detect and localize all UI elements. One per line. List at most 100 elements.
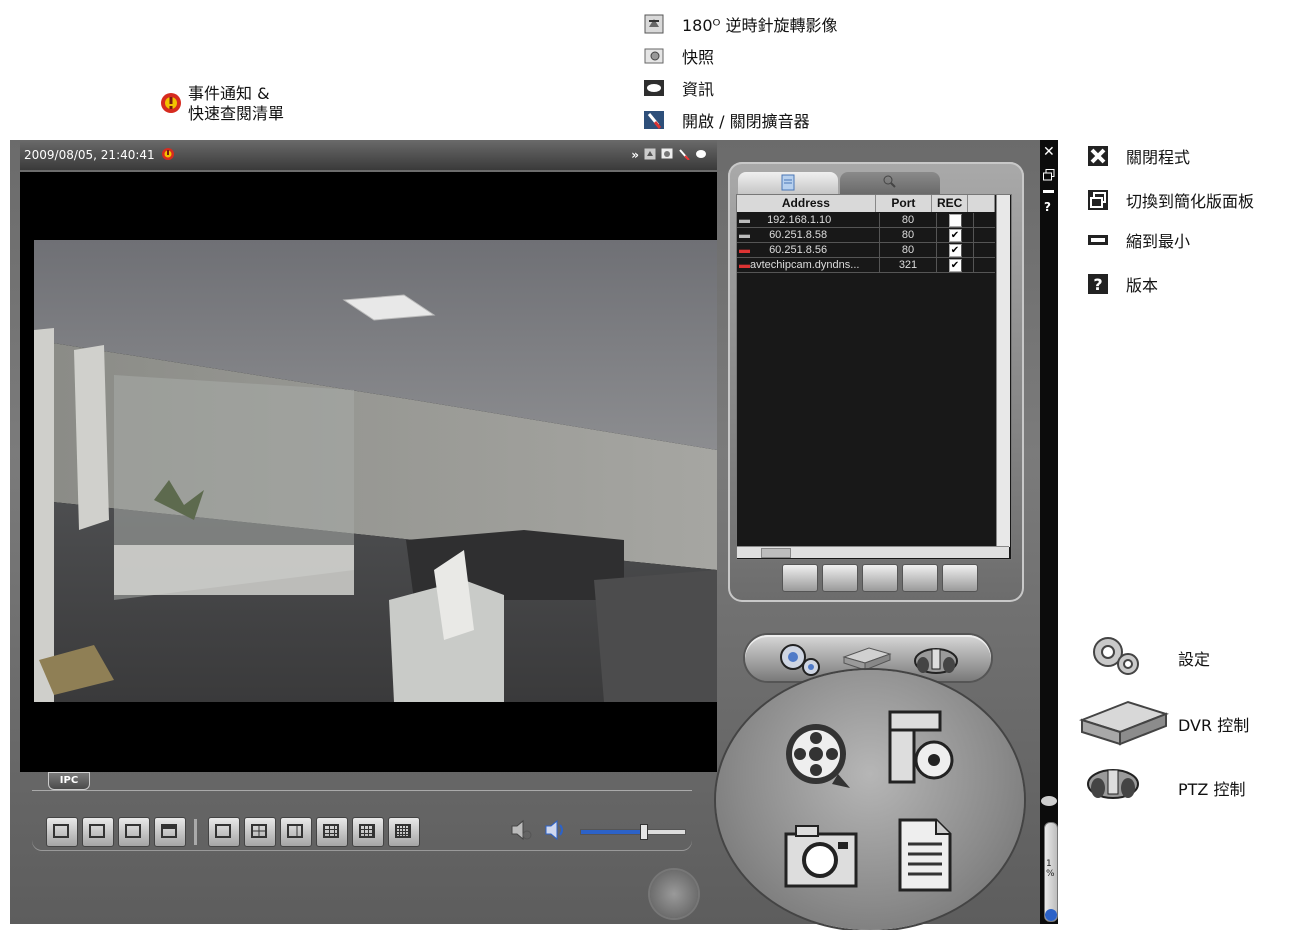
row-address: 60.251.8.58 bbox=[769, 229, 828, 241]
close-icon bbox=[1086, 145, 1110, 167]
app-window: 2009/08/05, 21:40:41 » IPC Address Port … bbox=[10, 140, 1058, 930]
col-port[interactable]: Port bbox=[876, 195, 932, 212]
cascade-button[interactable] bbox=[118, 817, 150, 847]
legend-settings-icon bbox=[1086, 632, 1146, 682]
window-control-strip: ✕ ? 1 % bbox=[1040, 140, 1058, 924]
settings-mode-button[interactable] bbox=[775, 641, 825, 681]
ptz-mode-button[interactable] bbox=[911, 641, 961, 681]
speaker-button[interactable] bbox=[678, 148, 690, 163]
legend-close: 關閉程式 bbox=[1086, 144, 1190, 168]
rec-checkbox[interactable]: ✔ bbox=[948, 229, 962, 242]
rec-checkbox[interactable]: ✔ bbox=[948, 259, 962, 272]
network-button[interactable] bbox=[886, 708, 966, 794]
table-row[interactable]: ▬ 60.251.8.58 80 ✔ bbox=[737, 228, 995, 243]
legend-switch-label: 切換到簡化版面板 bbox=[1126, 192, 1255, 211]
ipc-tab[interactable]: IPC bbox=[48, 772, 90, 790]
horizontal-scrollbar[interactable] bbox=[737, 546, 1009, 558]
legend-switch: 切換到簡化版面板 bbox=[1086, 188, 1254, 212]
zoom-slider-fill bbox=[1045, 909, 1057, 921]
volume-slider-thumb[interactable] bbox=[640, 824, 649, 840]
edit-device-button[interactable] bbox=[822, 564, 858, 592]
volume-slider-fill bbox=[581, 830, 644, 834]
legend-ptz-label: PTZ 控制 bbox=[1178, 780, 1246, 799]
volume-slider-track[interactable] bbox=[580, 824, 686, 840]
camera-scene-image bbox=[34, 240, 717, 702]
layout-4-button[interactable] bbox=[244, 817, 276, 847]
quick-function-dial bbox=[716, 670, 1024, 930]
minimize-icon bbox=[1086, 229, 1110, 251]
mute-icon[interactable] bbox=[508, 817, 534, 847]
close-button[interactable]: ✕ bbox=[1043, 144, 1055, 160]
timestamp: 2009/08/05, 21:40:41 bbox=[24, 148, 155, 162]
playback-button[interactable] bbox=[778, 714, 858, 798]
volume-icon[interactable] bbox=[542, 817, 568, 847]
switch-panel-icon bbox=[1086, 189, 1110, 211]
info-button[interactable] bbox=[695, 148, 707, 162]
layout-16-button[interactable] bbox=[388, 817, 420, 847]
layout-13-button[interactable] bbox=[352, 817, 384, 847]
computer-icon: ▬ bbox=[739, 214, 754, 226]
table-row[interactable]: ▬avtechipcam.dyndns... 321 ✔ bbox=[737, 258, 995, 273]
delete-device-button[interactable] bbox=[862, 564, 898, 592]
double-arrow-icon[interactable]: » bbox=[631, 148, 639, 162]
video-status-bar: 2009/08/05, 21:40:41 » bbox=[20, 140, 717, 170]
legend-snapshot: 快照 bbox=[642, 44, 714, 68]
table-row[interactable]: ▬ 60.251.8.56 80 ✔ bbox=[737, 243, 995, 258]
computer-icon: ▬ bbox=[739, 259, 750, 271]
event-alert-button[interactable] bbox=[161, 146, 175, 165]
switch-panel-button[interactable] bbox=[1043, 166, 1055, 185]
live-video[interactable] bbox=[20, 172, 717, 772]
legend-minimize: 縮到最小 bbox=[1086, 228, 1190, 252]
bottom-toolbar bbox=[32, 790, 692, 851]
log-list-button[interactable] bbox=[896, 816, 956, 898]
legend-speaker-label: 開啟 / 關閉擴音器 bbox=[682, 112, 810, 131]
add-device-button[interactable] bbox=[782, 564, 818, 592]
snapshot-button[interactable] bbox=[661, 148, 673, 162]
computer-icon: ▬ bbox=[739, 244, 754, 256]
table-row[interactable]: ▬ 192.168.1.10 80 bbox=[737, 213, 995, 228]
export-button[interactable] bbox=[942, 564, 978, 592]
computer-icon: ▬ bbox=[739, 229, 754, 241]
rotate-button[interactable] bbox=[644, 148, 656, 163]
remove-camera-button[interactable] bbox=[82, 817, 114, 847]
row-address: 192.168.1.10 bbox=[767, 214, 832, 226]
legend-close-label: 關閉程式 bbox=[1126, 148, 1191, 167]
snapshot-icon bbox=[642, 45, 666, 67]
add-camera-button[interactable] bbox=[46, 817, 78, 847]
col-rec[interactable]: REC bbox=[932, 195, 969, 212]
device-list-panel: Address Port REC ▬ 192.168.1.10 80 ▬ 60.… bbox=[728, 162, 1024, 602]
tab-search[interactable] bbox=[840, 172, 940, 194]
fullscreen-button[interactable] bbox=[154, 817, 186, 847]
event-alert-icon bbox=[160, 90, 182, 120]
version-button[interactable]: ? bbox=[1044, 200, 1051, 214]
legend-settings-label: 設定 bbox=[1178, 650, 1211, 669]
legend-dvr-label: DVR 控制 bbox=[1178, 716, 1250, 735]
snapshot-gallery-button[interactable] bbox=[782, 822, 862, 896]
layout-1-button[interactable] bbox=[208, 817, 240, 847]
zoom-slider[interactable]: 1 % bbox=[1044, 822, 1058, 922]
legend-ptz-icon bbox=[1084, 760, 1142, 808]
legend-dvr-icon bbox=[1076, 696, 1170, 750]
horizontal-scroll-thumb[interactable] bbox=[761, 548, 791, 558]
rec-checkbox[interactable]: ✔ bbox=[948, 244, 962, 257]
layout-6-button[interactable] bbox=[280, 817, 312, 847]
row-port: 80 bbox=[880, 243, 937, 257]
row-address: 60.251.8.56 bbox=[769, 244, 828, 256]
minimize-button[interactable] bbox=[1043, 190, 1054, 193]
row-port: 80 bbox=[880, 228, 937, 242]
legend-info-label: 資訊 bbox=[682, 80, 715, 99]
import-button[interactable] bbox=[902, 564, 938, 592]
layout-9-button[interactable] bbox=[316, 817, 348, 847]
zoom-percent-label: 1 % bbox=[1046, 859, 1055, 879]
tab-address-book[interactable] bbox=[738, 172, 838, 194]
row-address: avtechipcam.dyndns... bbox=[750, 259, 860, 271]
row-port: 321 bbox=[880, 258, 937, 272]
col-address[interactable]: Address bbox=[737, 195, 876, 212]
microphone-icon bbox=[642, 109, 666, 131]
legend-rotate-label: 180ᴼ 逆時針旋轉影像 bbox=[682, 16, 838, 35]
rec-checkbox[interactable] bbox=[948, 214, 962, 227]
legend-rotate: 180ᴼ 逆時針旋轉影像 bbox=[642, 12, 838, 36]
event-annotation-label: 事件通知 & 快速查閱清單 bbox=[188, 84, 285, 123]
zoom-handle-icon[interactable] bbox=[1041, 796, 1057, 806]
vertical-scrollbar[interactable] bbox=[996, 195, 1010, 547]
